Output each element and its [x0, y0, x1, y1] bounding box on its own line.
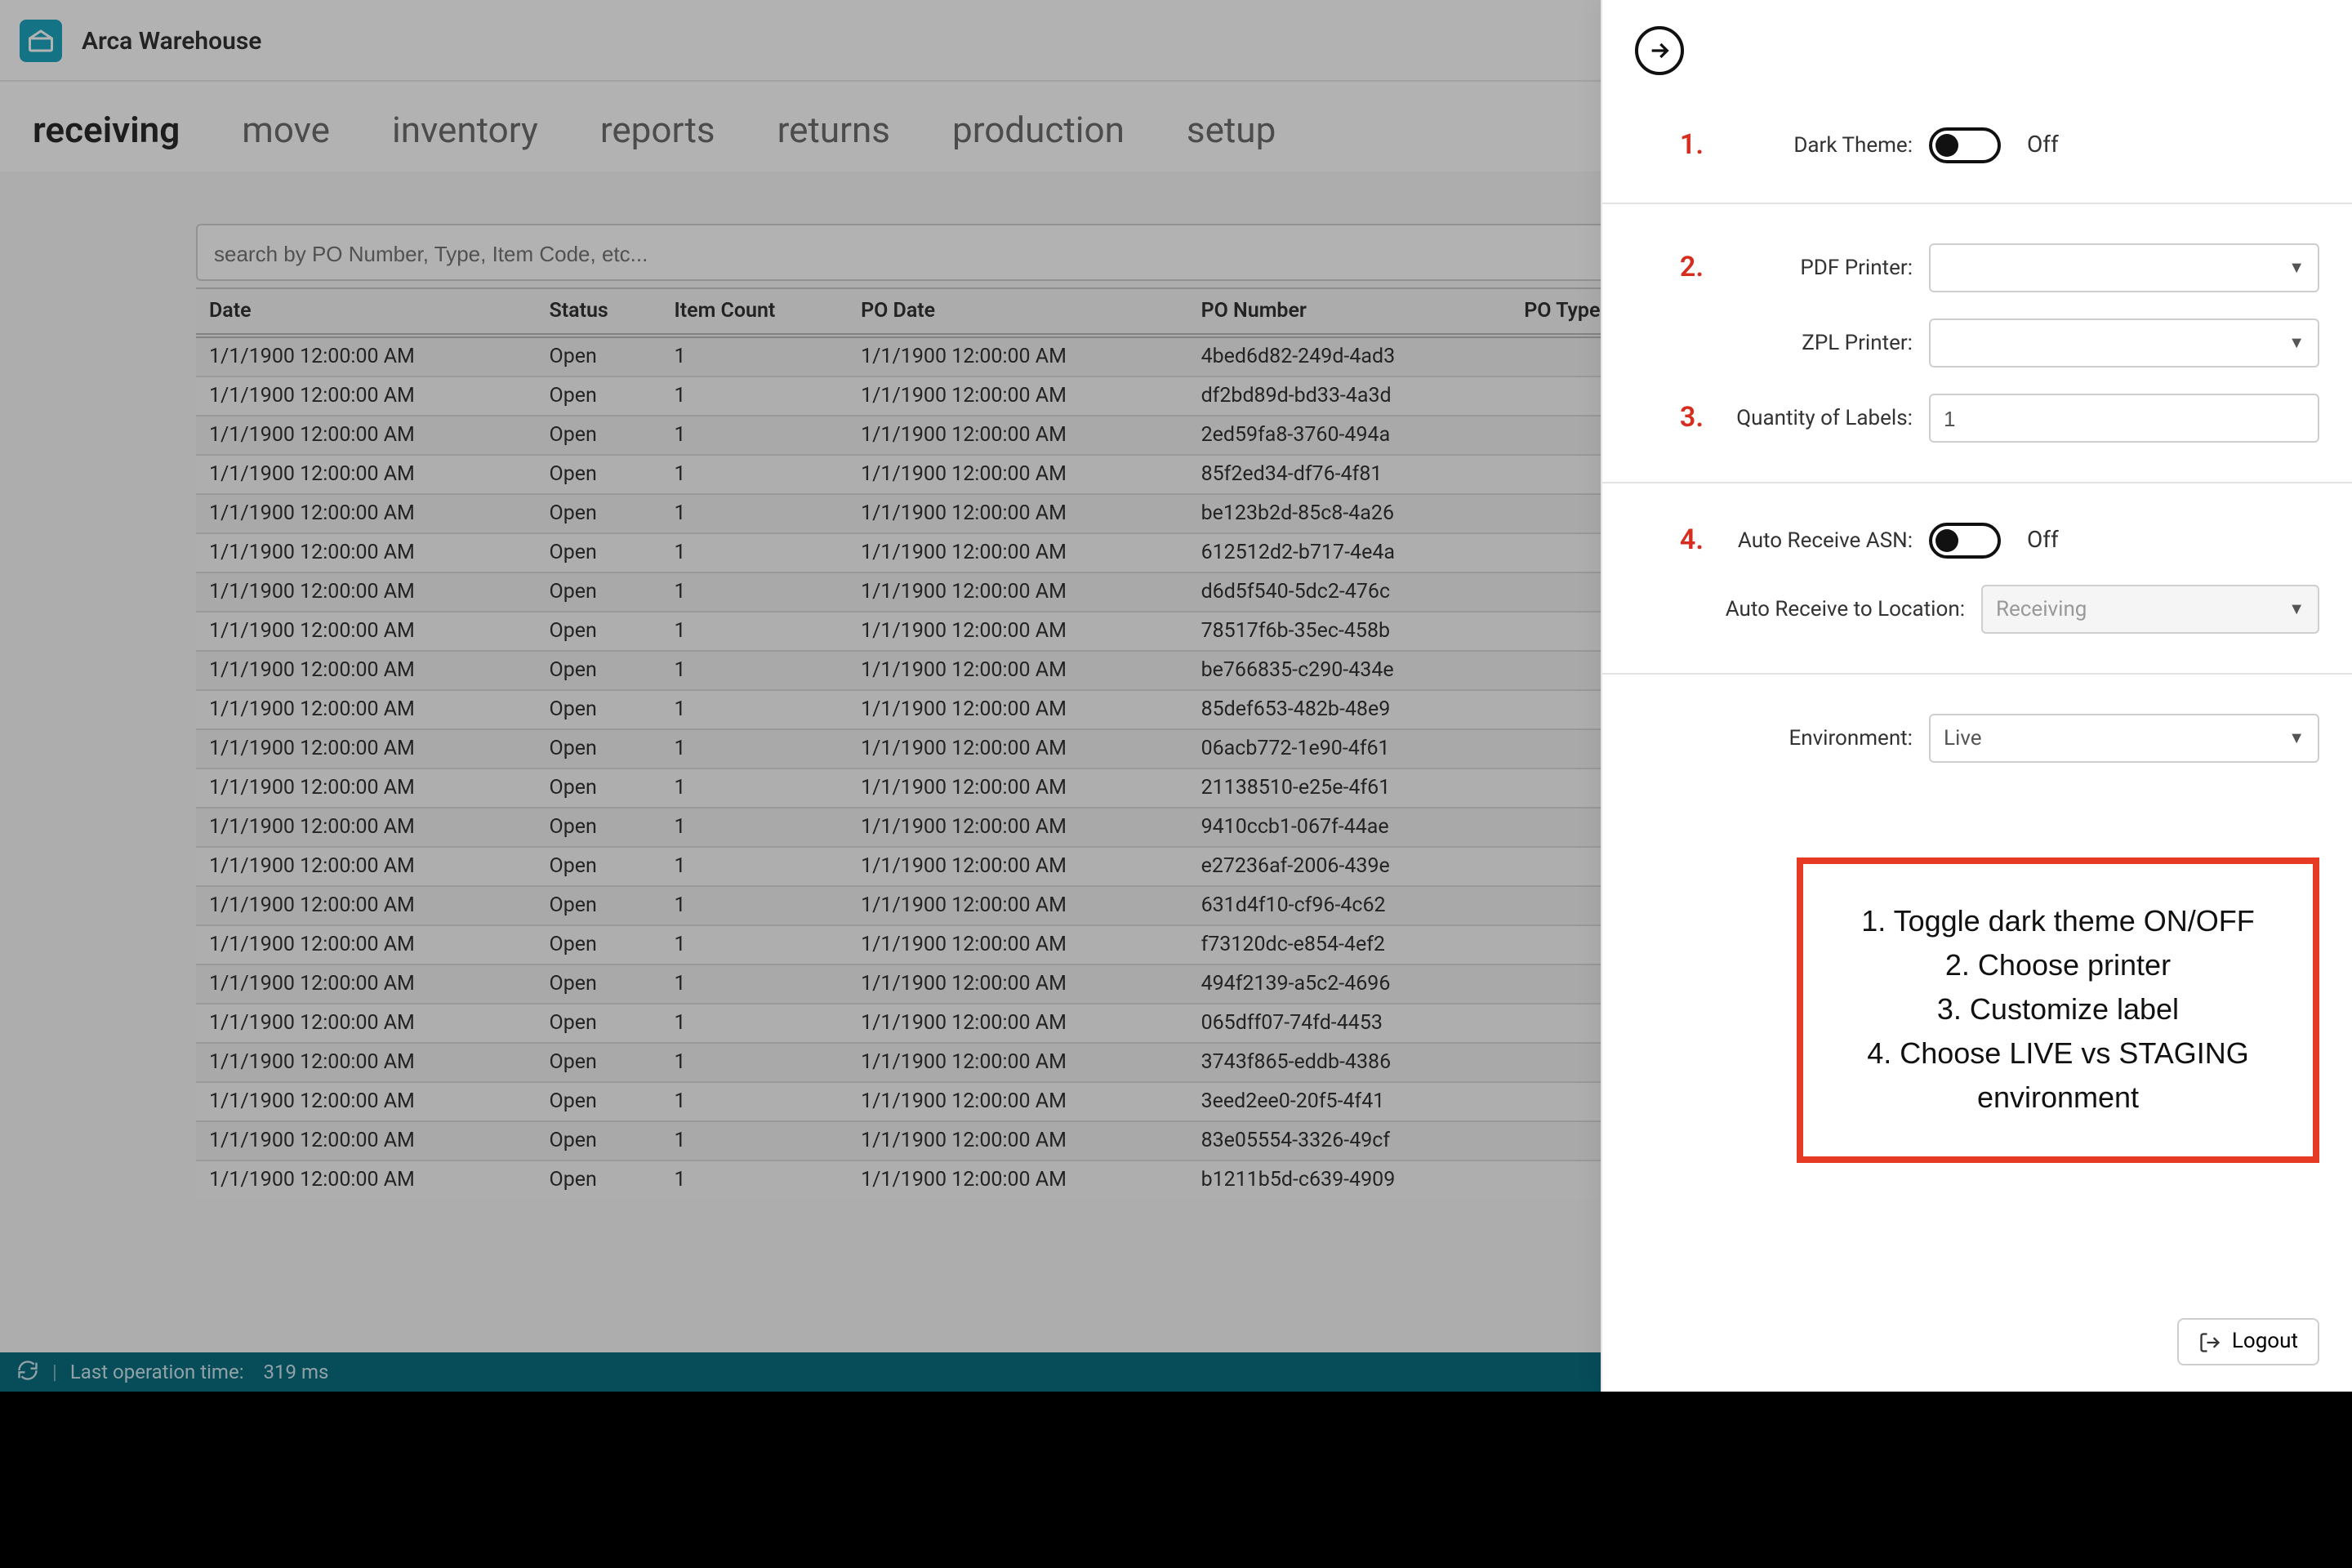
- legend-line-1: 1. Toggle dark theme ON/OFF: [1833, 900, 2283, 944]
- statusbar-value: 319 ms: [264, 1361, 329, 1383]
- nav-item-receiving[interactable]: receiving: [33, 111, 180, 152]
- zpl-printer-select[interactable]: ▼: [1929, 318, 2319, 368]
- dark-theme-label: Dark Theme:: [1720, 133, 1929, 158]
- col-status[interactable]: Status: [537, 288, 662, 336]
- logout-button[interactable]: Logout: [2178, 1318, 2319, 1365]
- annotation-3: 3.: [1635, 402, 1720, 434]
- auto-asn-toggle[interactable]: [1929, 523, 2001, 559]
- col-po-date[interactable]: PO Date: [848, 288, 1188, 336]
- logout-icon: [2199, 1330, 2222, 1353]
- auto-loc-select[interactable]: Receiving▼: [1981, 585, 2319, 634]
- auto-asn-label: Auto Receive ASN:: [1720, 528, 1929, 553]
- annotation-4: 4.: [1635, 524, 1720, 557]
- nav-item-setup[interactable]: setup: [1187, 111, 1276, 152]
- qty-labels-label: Quantity of Labels:: [1720, 406, 1929, 430]
- nav-item-inventory[interactable]: inventory: [392, 111, 538, 152]
- nav-item-production[interactable]: production: [952, 111, 1125, 152]
- nav-item-reports[interactable]: reports: [600, 111, 715, 152]
- pdf-printer-label: PDF Printer:: [1720, 256, 1929, 280]
- env-label: Environment:: [1720, 726, 1929, 751]
- col-date[interactable]: Date: [196, 288, 537, 336]
- black-strip: [0, 1392, 2352, 1568]
- logout-label: Logout: [2232, 1330, 2298, 1354]
- app-title: Arca Warehouse: [82, 25, 261, 55]
- col-po-number[interactable]: PO Number: [1188, 288, 1512, 336]
- close-panel-button[interactable]: [1635, 26, 1684, 75]
- nav-item-move[interactable]: move: [242, 111, 330, 152]
- legend-line-4: 4. Choose LIVE vs STAGING environment: [1833, 1032, 2283, 1120]
- auto-asn-state: Off: [2027, 528, 2059, 554]
- nav-item-returns[interactable]: returns: [777, 111, 890, 152]
- legend-line-2: 2. Choose printer: [1833, 944, 2283, 988]
- auto-loc-label: Auto Receive to Location:: [1720, 597, 1981, 621]
- settings-panel: 1. Dark Theme: Off 2. PDF Printer: ▼ ZPL…: [1601, 0, 2352, 1392]
- legend-box: 1. Toggle dark theme ON/OFF 2. Choose pr…: [1797, 858, 2319, 1163]
- qty-labels-input[interactable]: [1929, 394, 2319, 443]
- annotation-1: 1.: [1635, 129, 1720, 162]
- dark-theme-state: Off: [2027, 132, 2059, 158]
- env-select[interactable]: Live▼: [1929, 714, 2319, 763]
- col-item-count[interactable]: Item Count: [662, 288, 849, 336]
- legend-line-3: 3. Customize label: [1833, 988, 2283, 1032]
- zpl-printer-label: ZPL Printer:: [1720, 331, 1929, 355]
- app-logo: [20, 19, 62, 61]
- reload-icon[interactable]: [16, 1358, 39, 1386]
- statusbar-label: Last operation time:: [70, 1361, 244, 1383]
- pdf-printer-select[interactable]: ▼: [1929, 243, 2319, 292]
- dark-theme-toggle[interactable]: [1929, 127, 2001, 163]
- annotation-2: 2.: [1635, 252, 1720, 284]
